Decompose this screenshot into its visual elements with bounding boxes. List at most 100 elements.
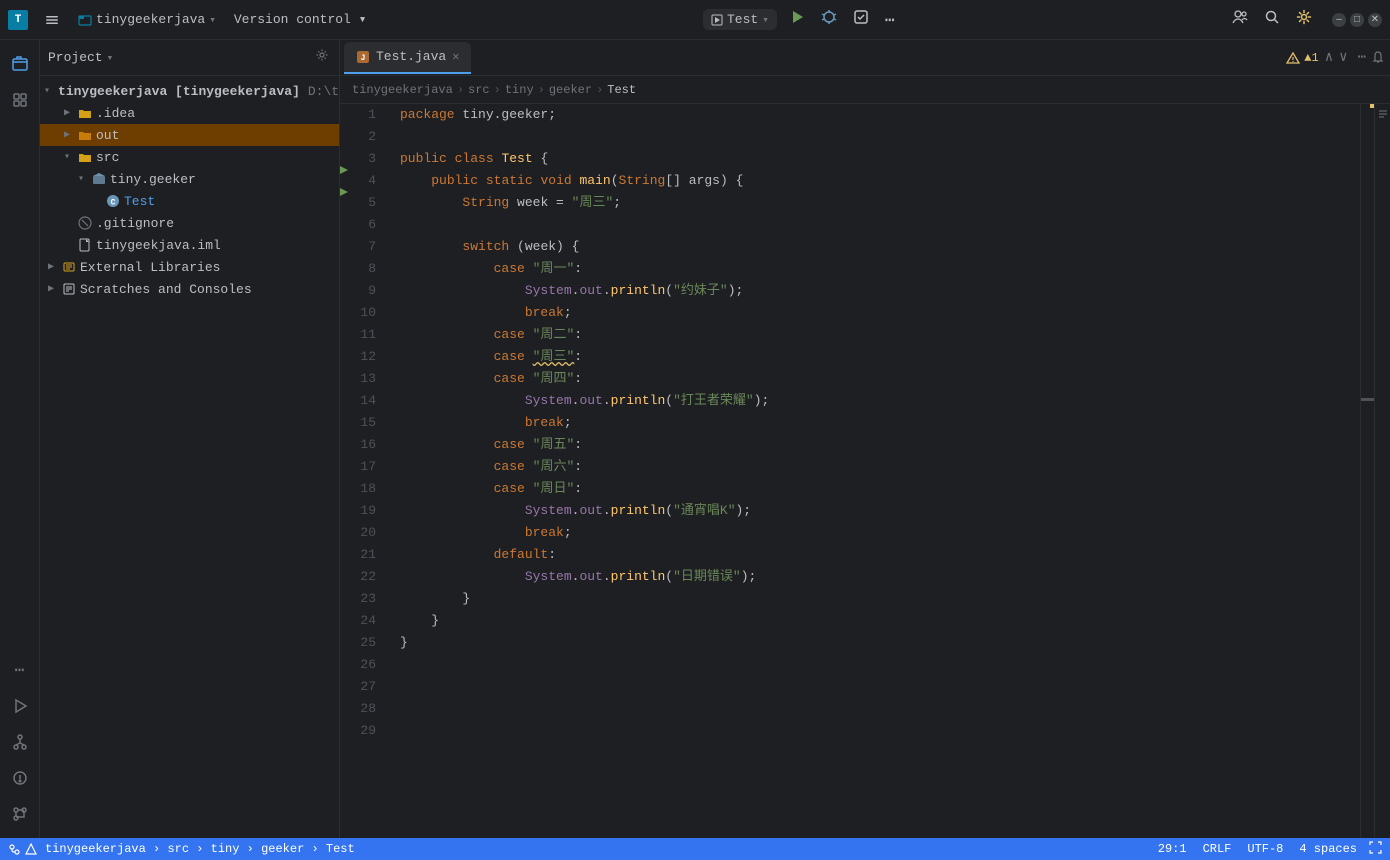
- titlebar-left: T tinygeekerjava ▾ Version control ▾: [8, 8, 375, 32]
- gitignore-icon: [78, 216, 92, 230]
- titlebar-center: Test ▾ ⋯: [375, 5, 1229, 34]
- tree-item-gitignore[interactable]: ▶ .gitignore: [40, 212, 339, 234]
- maximize-button[interactable]: □: [1350, 13, 1364, 27]
- debug-button[interactable]: [817, 7, 841, 32]
- tab-close-icon[interactable]: ✕: [452, 49, 459, 64]
- status-bar: tinygeekerjava › src › tiny › geeker › T…: [0, 838, 1390, 860]
- code-line-11: case "周二":: [388, 324, 1360, 346]
- more-actions[interactable]: ⋯: [881, 6, 900, 34]
- search-icon[interactable]: [1260, 5, 1284, 34]
- notifications-icon[interactable]: [1370, 51, 1386, 65]
- bc-project[interactable]: tinygeekerjava: [352, 83, 453, 97]
- ln-14: 14: [340, 390, 388, 412]
- status-encoding[interactable]: UTF-8: [1243, 842, 1287, 856]
- tree-item-idea[interactable]: ▶ .idea: [40, 102, 339, 124]
- expand-icon[interactable]: [1369, 841, 1382, 858]
- tree-item-iml[interactable]: ▶ tinygeekjava.iml: [40, 234, 339, 256]
- tree-path-root: D:\tinyge...: [308, 84, 339, 99]
- prev-occurrence[interactable]: ∧: [1323, 47, 1335, 68]
- tree-item-package[interactable]: ▾ tiny.geeker: [40, 168, 339, 190]
- tree-item-root[interactable]: ▾ tinygeekerjava [tinygeekerjava] D:\tin…: [40, 80, 339, 102]
- vcs-icon[interactable]: [8, 843, 21, 856]
- coverage-button[interactable]: [849, 5, 873, 34]
- tab-java-icon: J: [356, 50, 370, 64]
- project-settings-icon[interactable]: [313, 46, 331, 69]
- sidebar-icon-git[interactable]: [4, 726, 36, 758]
- bc-test[interactable]: Test: [607, 83, 636, 97]
- main-container: ⋯: [0, 40, 1390, 838]
- tree-label-iml: tinygeekjava.iml: [96, 238, 221, 253]
- next-occurrence[interactable]: ∨: [1337, 47, 1349, 68]
- tree-item-extlib[interactable]: ▶ External Libraries: [40, 256, 339, 278]
- window-controls: – □ ✕: [1332, 13, 1382, 27]
- version-control-menu[interactable]: Version control ▾: [226, 8, 375, 31]
- tree-label-src: src: [96, 150, 119, 165]
- warning-indicator: ▲1: [1286, 51, 1318, 65]
- code-line-5: String week = "周三";: [388, 192, 1360, 214]
- bc-src[interactable]: src: [468, 83, 490, 97]
- project-title-arrow[interactable]: ▾: [107, 51, 114, 65]
- code-line-26: [388, 654, 1360, 676]
- status-position[interactable]: 29:1: [1154, 842, 1191, 856]
- code-line-17: case "周六":: [388, 456, 1360, 478]
- bc-geeker[interactable]: geeker: [549, 83, 592, 97]
- titlebar-menu: tinygeekerjava ▾ Version control ▾: [36, 8, 375, 32]
- sidebar-icon-run[interactable]: [4, 690, 36, 722]
- ln-4: 4: [340, 170, 388, 192]
- sidebar-icon-problems[interactable]: [4, 762, 36, 794]
- close-button[interactable]: ✕: [1368, 13, 1382, 27]
- status-indent[interactable]: 4 spaces: [1295, 842, 1361, 856]
- project-arrow: ▾: [209, 13, 216, 27]
- minimize-button[interactable]: –: [1332, 13, 1346, 27]
- ln-10: 10: [340, 302, 388, 324]
- ln-9: 9: [340, 280, 388, 302]
- code-editor[interactable]: 1 2 3: [340, 104, 1360, 838]
- file-icon: [78, 238, 92, 252]
- run-config[interactable]: Test ▾: [703, 9, 777, 30]
- code-line-8: case "周一":: [388, 258, 1360, 280]
- status-breadcrumb[interactable]: tinygeekerjava › src › tiny › geeker › T…: [41, 842, 359, 856]
- project-title: Project: [48, 50, 103, 65]
- tree-arrow-package: ▾: [74, 172, 88, 186]
- titlebar-right: – □ ✕: [1228, 5, 1382, 34]
- expand-arrows-icon: [1369, 841, 1382, 854]
- class-icon: C: [106, 194, 120, 208]
- status-line-ending[interactable]: CRLF: [1199, 842, 1236, 856]
- tree-arrow-src: ▾: [60, 150, 74, 164]
- code-line-28: [388, 698, 1360, 720]
- project-name[interactable]: tinygeekerjava ▾: [70, 8, 224, 31]
- settings-icon[interactable]: [1292, 5, 1316, 34]
- code-line-23: }: [388, 588, 1360, 610]
- menu-hamburger[interactable]: [36, 8, 68, 32]
- sidebar-icon-project[interactable]: [4, 48, 36, 80]
- warning-count: ▲1: [1304, 51, 1318, 65]
- project-panel: Project ▾ ▾ tinygeekerjava [tinygeekerja…: [40, 40, 340, 838]
- tree-item-test[interactable]: ▶ C Test: [40, 190, 339, 212]
- status-project[interactable]: [25, 843, 37, 855]
- ln-21: 21: [340, 544, 388, 566]
- ln-12: 12: [340, 346, 388, 368]
- ln-25: 25: [340, 632, 388, 654]
- ln-18: 18: [340, 478, 388, 500]
- collab-icon[interactable]: [1228, 5, 1252, 34]
- tree-item-scratches[interactable]: ▶ Scratches and Consoles: [40, 278, 339, 300]
- structure-icon[interactable]: [1377, 108, 1389, 124]
- tree-arrow-root: ▾: [44, 84, 50, 98]
- scratches-icon: [62, 282, 76, 296]
- bc-tiny[interactable]: tiny: [505, 83, 534, 97]
- tab-test-java[interactable]: J Test.java ✕: [344, 42, 471, 74]
- sidebar-icon-more[interactable]: ⋯: [4, 654, 36, 686]
- ln-11: 11: [340, 324, 388, 346]
- code-line-9: System.out.println("约妹子");: [388, 280, 1360, 302]
- code-line-14: System.out.println("打王者荣耀");: [388, 390, 1360, 412]
- code-area[interactable]: package tiny.geeker; public class Test {…: [388, 104, 1360, 838]
- tree-item-src[interactable]: ▾ src: [40, 146, 339, 168]
- tree-item-out[interactable]: ▶ out: [40, 124, 339, 146]
- run-button[interactable]: [785, 7, 809, 32]
- code-line-10: break;: [388, 302, 1360, 324]
- sidebar-icon-plugins[interactable]: [4, 84, 36, 116]
- tree-label-extlib: External Libraries: [80, 260, 220, 275]
- editor-options[interactable]: ⋯: [1354, 45, 1370, 70]
- sidebar-icon-vcs[interactable]: [4, 798, 36, 830]
- ln-20: 20: [340, 522, 388, 544]
